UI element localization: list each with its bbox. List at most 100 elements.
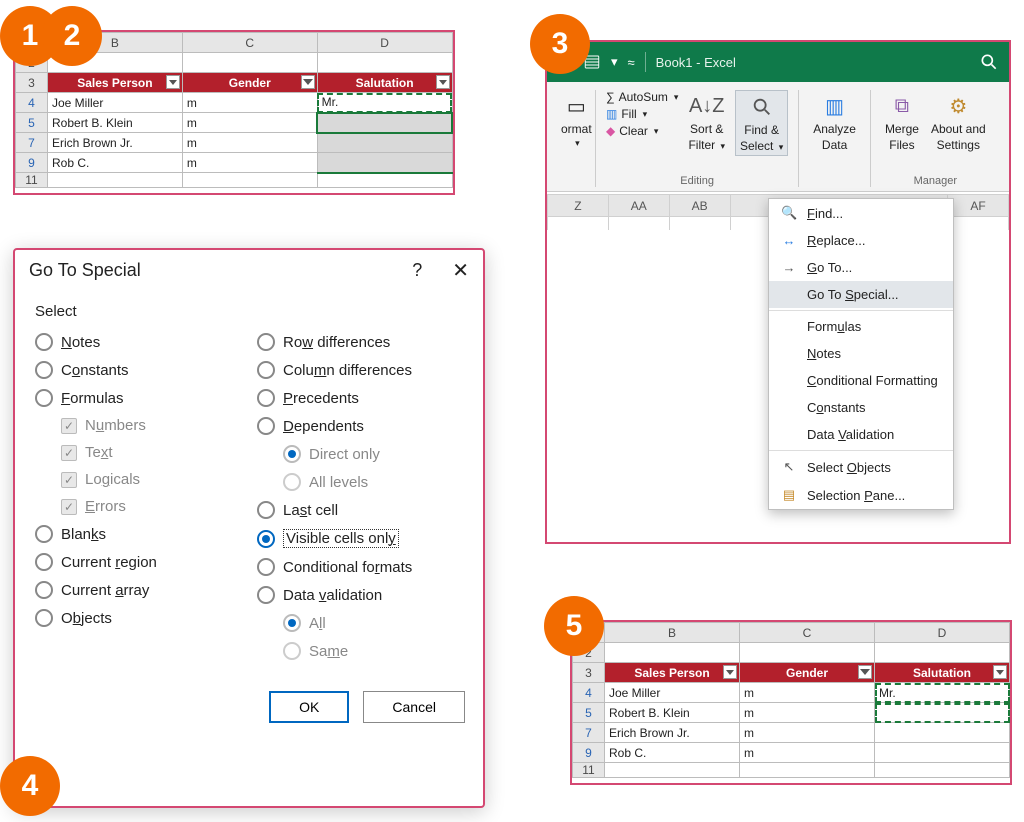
cancel-button[interactable]: Cancel — [363, 691, 465, 723]
cell[interactable] — [317, 53, 452, 73]
cell-copied[interactable]: Mr. — [317, 93, 452, 113]
filter-icon[interactable] — [993, 665, 1007, 679]
menu-goto-special[interactable]: Go To Special... — [769, 281, 953, 308]
row-header[interactable]: 7 — [573, 723, 605, 743]
cell[interactable] — [875, 743, 1010, 763]
cell-selected[interactable] — [317, 153, 452, 173]
row-header[interactable]: 11 — [573, 763, 605, 778]
clear-button[interactable]: ◆Clear▾ — [606, 124, 678, 138]
col-header[interactable]: C — [740, 623, 875, 643]
table-header-sales-person[interactable]: Sales Person — [48, 73, 183, 93]
filter-active-icon[interactable] — [301, 75, 315, 89]
cell-copied[interactable]: Mr. — [875, 683, 1010, 703]
row-header[interactable]: 9 — [16, 153, 48, 173]
opt-notes[interactable]: Notes — [35, 328, 241, 356]
opt-conditional-formats[interactable]: Conditional formats — [257, 553, 463, 581]
find-select-button[interactable]: Find &Select ▾ — [735, 90, 788, 156]
close-icon[interactable]: ✕ — [452, 258, 469, 283]
filter-icon[interactable] — [436, 75, 450, 89]
cell[interactable]: m — [740, 723, 875, 743]
col-header[interactable]: B — [605, 623, 740, 643]
opt-last-cell[interactable]: Last cell — [257, 496, 463, 524]
opt-data-validation[interactable]: Data validation — [257, 581, 463, 609]
cell[interactable]: Joe Miller — [605, 683, 740, 703]
row-header[interactable]: 9 — [573, 743, 605, 763]
cell[interactable]: Robert B. Klein — [605, 703, 740, 723]
chevron-down-icon[interactable]: ▾ — [611, 54, 618, 70]
opt-col-diff[interactable]: Column differences — [257, 356, 463, 384]
menu-replace[interactable]: ↔Replace... — [769, 227, 953, 254]
menu-constants[interactable]: Constants — [769, 394, 953, 421]
col-header[interactable]: AA — [608, 195, 669, 217]
row-header[interactable]: 4 — [16, 93, 48, 113]
opt-constants[interactable]: Constants — [35, 356, 241, 384]
cell[interactable] — [182, 53, 317, 73]
cell[interactable]: m — [740, 743, 875, 763]
cell[interactable]: Rob C. — [48, 153, 183, 173]
search-icon[interactable] — [977, 50, 1001, 74]
row-header[interactable]: 4 — [573, 683, 605, 703]
row-header[interactable]: 5 — [16, 113, 48, 133]
about-settings-button[interactable]: ⚙About andSettings — [927, 90, 990, 154]
cell[interactable]: Joe Miller — [48, 93, 183, 113]
fill-button[interactable]: ▥Fill▾ — [606, 107, 678, 121]
ok-button[interactable]: OK — [269, 691, 349, 723]
opt-visible-cells[interactable]: Visible cells only — [257, 524, 463, 553]
help-icon[interactable]: ? — [412, 260, 422, 281]
col-header[interactable]: D — [317, 33, 452, 53]
excel-table-5[interactable]: B C D 2 3 Sales Person Gender Salutation… — [572, 622, 1010, 778]
cell[interactable]: Robert B. Klein — [48, 113, 183, 133]
cell[interactable]: m — [182, 113, 317, 133]
row-header[interactable]: 7 — [16, 133, 48, 153]
col-header[interactable]: AB — [669, 195, 730, 217]
cell[interactable]: Erich Brown Jr. — [605, 723, 740, 743]
table-header-gender[interactable]: Gender — [740, 663, 875, 683]
sort-filter-button[interactable]: A↓Z Sort &Filter ▾ — [684, 90, 729, 156]
col-header[interactable]: AF — [948, 195, 1009, 217]
menu-goto[interactable]: →Go To... — [769, 254, 953, 281]
filter-icon[interactable] — [166, 75, 180, 89]
opt-formulas[interactable]: Formulas — [35, 384, 241, 412]
filter-icon[interactable] — [723, 665, 737, 679]
filter-active-icon[interactable] — [858, 665, 872, 679]
row-header[interactable]: 5 — [573, 703, 605, 723]
menu-formulas[interactable]: Formulas — [769, 313, 953, 340]
opt-objects[interactable]: Objects — [35, 604, 241, 632]
cell[interactable]: Erich Brown Jr. — [48, 133, 183, 153]
menu-notes[interactable]: Notes — [769, 340, 953, 367]
analyze-data-button[interactable]: ▥AnalyzeData — [809, 90, 860, 154]
cell-selected[interactable] — [317, 113, 452, 133]
cell[interactable]: m — [182, 133, 317, 153]
table-header-salutation[interactable]: Salutation — [875, 663, 1010, 683]
row-header[interactable]: 3 — [16, 73, 48, 93]
opt-row-diff[interactable]: Row differences — [257, 328, 463, 356]
menu-data-validation[interactable]: Data Validation — [769, 421, 953, 448]
menu-cond-format[interactable]: Conditional Formatting — [769, 367, 953, 394]
cell[interactable]: m — [740, 703, 875, 723]
menu-select-objects[interactable]: ↖Select Objects — [769, 453, 953, 481]
table-header-sales-person[interactable]: Sales Person — [605, 663, 740, 683]
table-header-salutation[interactable]: Salutation — [317, 73, 452, 93]
row-header[interactable]: 11 — [16, 173, 48, 188]
cell[interactable]: Rob C. — [605, 743, 740, 763]
opt-dependents[interactable]: Dependents — [257, 412, 463, 440]
format-button[interactable]: ▭ormat▾ — [557, 90, 596, 151]
cell[interactable]: m — [740, 683, 875, 703]
table-header-gender[interactable]: Gender — [182, 73, 317, 93]
opt-current-region[interactable]: Current region — [35, 548, 241, 576]
menu-selection-pane[interactable]: ▤Selection Pane... — [769, 481, 953, 509]
row-header[interactable]: 3 — [573, 663, 605, 683]
cell-selected[interactable] — [317, 133, 452, 153]
col-header[interactable]: C — [182, 33, 317, 53]
col-header[interactable]: D — [875, 623, 1010, 643]
merge-files-button[interactable]: ⧉MergeFiles — [881, 90, 923, 154]
cell[interactable]: m — [182, 153, 317, 173]
cell[interactable] — [875, 723, 1010, 743]
opt-precedents[interactable]: Precedents — [257, 384, 463, 412]
cell[interactable]: m — [182, 93, 317, 113]
autosum-button[interactable]: ∑AutoSum▾ — [606, 90, 678, 104]
opt-blanks[interactable]: Blanks — [35, 520, 241, 548]
opt-current-array[interactable]: Current array — [35, 576, 241, 604]
cell-active[interactable] — [875, 703, 1010, 723]
col-header[interactable]: Z — [548, 195, 609, 217]
